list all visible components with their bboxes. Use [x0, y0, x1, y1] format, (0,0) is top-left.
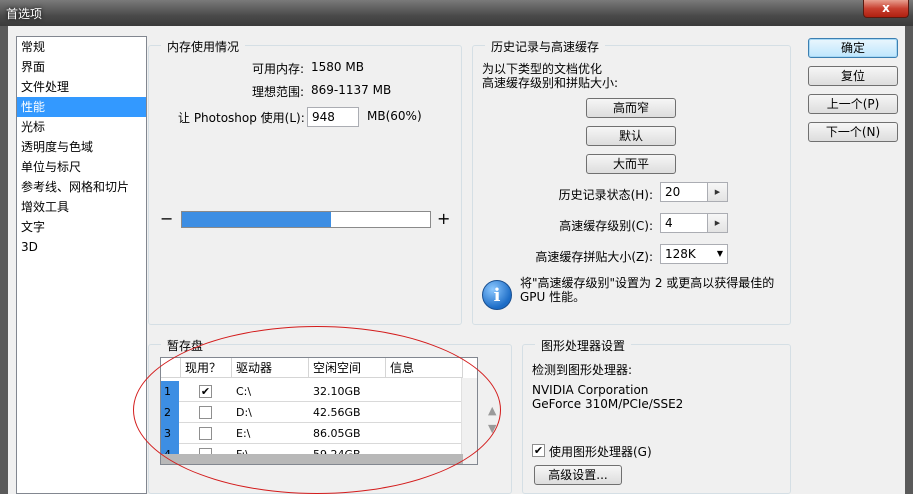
info-icon: i: [482, 280, 512, 310]
tile-size-select[interactable]: 128K ▼: [660, 244, 728, 264]
next-button[interactable]: 下一个(N): [808, 122, 898, 142]
memory-slider[interactable]: [181, 211, 431, 228]
advanced-settings-button[interactable]: 高级设置...: [534, 465, 622, 485]
memory-usage-title: 内存使用情况: [161, 38, 246, 55]
memory-usage-group: 内存使用情况: [148, 38, 462, 325]
nav-item-transparency[interactable]: 透明度与色域: [17, 137, 146, 157]
nav-item-cursors[interactable]: 光标: [17, 117, 146, 137]
memory-use-input[interactable]: 948: [307, 107, 359, 127]
nav-item-plugins[interactable]: 增效工具: [17, 197, 146, 217]
preferences-window: 首选项 x 常规 界面 文件处理 性能 光标 透明度与色域 单位与标尺 参考线、…: [0, 0, 913, 494]
tile-size-value: 128K: [665, 247, 696, 261]
cache-levels-label: 高速缓存级别(C):: [559, 219, 653, 233]
ideal-range-value: 869-1137 MB: [311, 83, 392, 97]
ideal-range-label: 理想范围:: [251, 85, 304, 99]
category-list[interactable]: 常规 界面 文件处理 性能 光标 透明度与色域 单位与标尺 参考线、网格和切片 …: [16, 36, 147, 494]
nav-item-units-rulers[interactable]: 单位与标尺: [17, 157, 146, 177]
cache-levels-spinner[interactable]: ▶: [708, 213, 728, 233]
optimize-desc-line2: 高速缓存级别和拼贴大小:: [482, 76, 619, 90]
memory-increase-icon[interactable]: +: [437, 209, 450, 228]
available-memory-value: 1580 MB: [311, 60, 364, 74]
use-gpu-checkbox[interactable]: ✔: [532, 444, 545, 457]
gpu-hint-line2: GPU 性能。: [520, 290, 586, 304]
title-bar[interactable]: 首选项 x: [0, 0, 913, 26]
gpu-detected-label: 检测到图形处理器:: [532, 363, 633, 377]
memory-decrease-icon[interactable]: −: [160, 209, 173, 228]
default-cache-button[interactable]: 默认: [586, 126, 676, 146]
nav-item-guides-grid[interactable]: 参考线、网格和切片: [17, 177, 146, 197]
tile-size-label: 高速缓存拼贴大小(Z):: [535, 250, 653, 264]
previous-button[interactable]: 上一个(P): [808, 94, 898, 114]
nav-item-general[interactable]: 常规: [17, 37, 146, 57]
close-button[interactable]: x: [863, 0, 909, 18]
use-gpu-label[interactable]: 使用图形处理器(G): [549, 443, 652, 460]
available-memory-label: 可用内存:: [251, 62, 304, 76]
nav-item-performance[interactable]: 性能: [17, 97, 146, 117]
reset-button[interactable]: 复位: [808, 66, 898, 86]
memory-slider-fill: [182, 212, 331, 227]
chevron-down-icon: ▼: [716, 249, 723, 258]
gpu-vendor: NVIDIA Corporation: [532, 383, 649, 397]
history-states-input[interactable]: 20: [660, 182, 708, 202]
gpu-settings-title: 图形处理器设置: [535, 337, 632, 354]
history-states-label: 历史记录状态(H):: [558, 188, 653, 202]
nav-item-file-handling[interactable]: 文件处理: [17, 77, 146, 97]
history-cache-title: 历史记录与高速缓存: [485, 38, 606, 55]
window-title: 首选项: [6, 7, 43, 21]
photoshop-use-label: 让 Photoshop 使用(L):: [178, 111, 305, 125]
memory-use-suffix: MB(60%): [367, 109, 422, 123]
nav-item-type[interactable]: 文字: [17, 217, 146, 237]
nav-item-interface[interactable]: 界面: [17, 57, 146, 77]
history-states-spinner[interactable]: ▶: [708, 182, 728, 202]
gpu-model: GeForce 310M/PCIe/SSE2: [532, 397, 684, 411]
ok-button[interactable]: 确定: [808, 38, 898, 58]
big-flat-button[interactable]: 大而平: [586, 154, 676, 174]
cache-levels-input[interactable]: 4: [660, 213, 708, 233]
tall-thin-button[interactable]: 高而窄: [586, 98, 676, 118]
nav-item-3d[interactable]: 3D: [17, 237, 146, 257]
annotation-oval: [133, 326, 501, 494]
